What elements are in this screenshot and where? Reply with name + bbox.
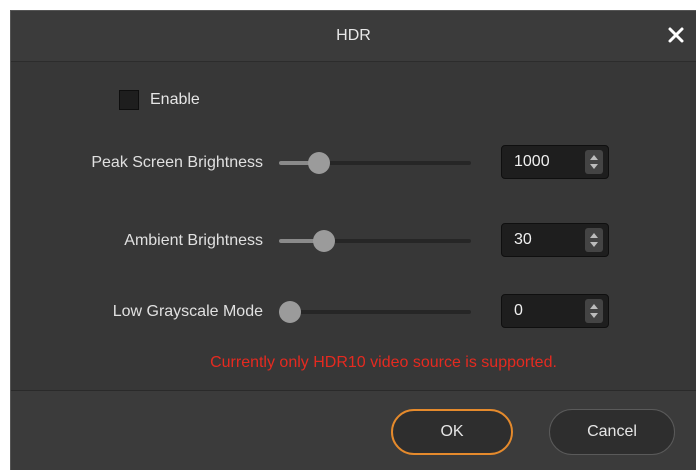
spinbox-value: 1000 [514, 153, 550, 170]
slider-thumb[interactable] [307, 152, 330, 174]
spin-arrows-icon[interactable] [585, 228, 603, 252]
setting-row-ambient-brightness: Ambient Brightness 30 [11, 223, 696, 259]
spin-arrows-icon[interactable] [585, 150, 603, 174]
hdr-dialog: HDR Enable Peak Screen Brightness 1000 A… [10, 10, 696, 470]
low-grayscale-mode-slider[interactable] [279, 294, 471, 330]
setting-row-low-grayscale-mode: Low Grayscale Mode 0 [11, 294, 696, 330]
setting-label: Ambient Brightness [124, 232, 263, 249]
ambient-brightness-spinbox[interactable]: 30 [501, 223, 609, 257]
spinbox-value: 30 [514, 231, 532, 248]
spinbox-value: 0 [514, 302, 523, 319]
hdr10-notice: Currently only HDR10 video source is sup… [210, 354, 557, 371]
cancel-button[interactable]: Cancel [549, 409, 675, 455]
dialog-body: Enable Peak Screen Brightness 1000 Ambie… [11, 62, 696, 390]
enable-row: Enable [119, 89, 200, 111]
peak-screen-brightness-slider[interactable] [279, 145, 471, 181]
setting-label: Low Grayscale Mode [112, 303, 263, 320]
enable-label: Enable [150, 91, 200, 108]
title-bar: HDR [11, 11, 696, 62]
slider-track [279, 310, 471, 314]
setting-label: Peak Screen Brightness [91, 154, 263, 171]
dialog-footer: OK Cancel [11, 390, 696, 470]
dialog-title: HDR [336, 27, 371, 44]
setting-row-peak-screen-brightness: Peak Screen Brightness 1000 [11, 145, 696, 181]
ambient-brightness-slider[interactable] [279, 223, 471, 259]
spin-arrows-icon[interactable] [585, 299, 603, 323]
slider-thumb[interactable] [313, 230, 335, 252]
close-icon[interactable] [664, 23, 688, 47]
slider-thumb[interactable] [279, 301, 301, 323]
ok-button[interactable]: OK [391, 409, 513, 455]
enable-checkbox[interactable] [119, 90, 139, 110]
low-grayscale-mode-spinbox[interactable]: 0 [501, 294, 609, 328]
peak-screen-brightness-spinbox[interactable]: 1000 [501, 145, 609, 179]
